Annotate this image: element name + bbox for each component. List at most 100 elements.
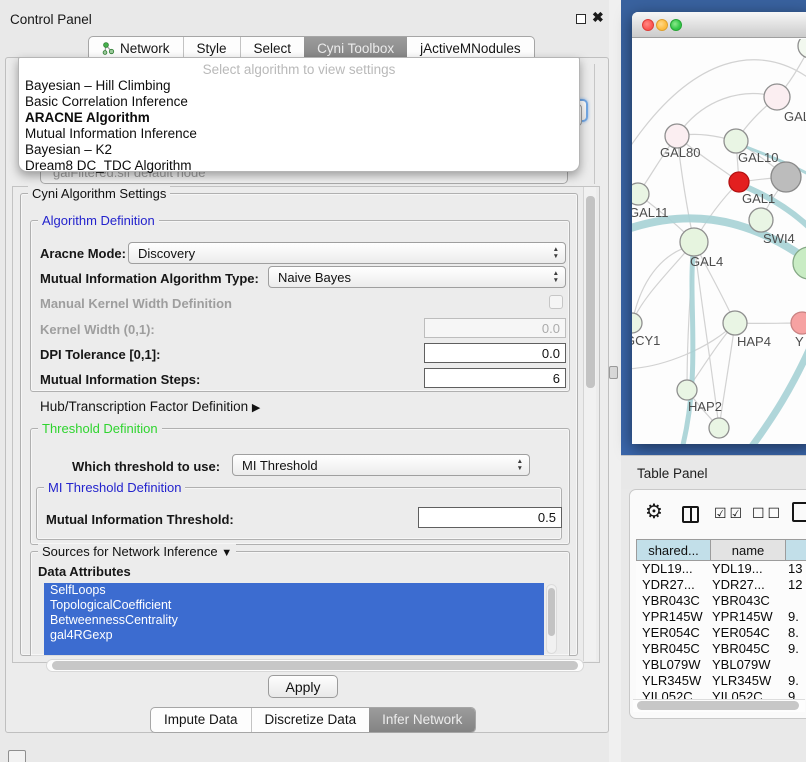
tab-infer-network[interactable]: Infer Network <box>369 708 475 732</box>
data-attributes-list: SelfLoops TopologicalCoefficient Between… <box>44 583 544 655</box>
node-hap2[interactable] <box>677 380 697 400</box>
scrollbar-thumb[interactable] <box>52 661 578 670</box>
manual-kernel-label: Manual Kernel Width Definition <box>40 296 232 311</box>
minimize-traffic-light-icon[interactable] <box>656 19 668 31</box>
algorithm-combo-placeholder: Select algorithm to view settings <box>19 62 579 77</box>
attribute-list-scrollbar[interactable] <box>546 584 557 654</box>
which-threshold-combo[interactable]: MI Threshold ▲▼ <box>232 454 530 476</box>
node-salmon[interactable] <box>791 312 806 334</box>
dropdown-item[interactable]: Mutual Information Inference <box>23 126 575 142</box>
checked-columns-icon[interactable]: ☑☑ <box>714 505 745 522</box>
combo-stepper-icon: ▲▼ <box>517 458 523 472</box>
dropdown-item[interactable]: Dream8 DC_TDC Algorithm <box>23 158 575 174</box>
label-gal10: GAL10 <box>738 150 778 165</box>
label-swi4: SWI4 <box>763 231 795 246</box>
tab-discretize-data[interactable]: Discretize Data <box>251 708 370 732</box>
label-gcy1: GCY1 <box>632 333 660 348</box>
attribute-item-partial[interactable] <box>44 643 544 655</box>
column-header-partial[interactable] <box>785 539 806 561</box>
dropdown-item[interactable]: Bayesian – Hill Climbing <box>23 78 575 94</box>
column-header-shared[interactable]: shared... <box>636 539 711 561</box>
dpi-tolerance-label: DPI Tolerance [0,1]: <box>40 347 160 362</box>
node-gray[interactable] <box>771 162 801 192</box>
node-table[interactable]: YDL19... YDL19... 13 YDR27... YDR27... 1… <box>636 561 806 699</box>
mi-type-combo[interactable]: Naive Bayes ▲▼ <box>268 266 566 288</box>
collapsed-panel-icon[interactable] <box>8 750 26 762</box>
apply-button[interactable]: Apply <box>268 675 338 698</box>
table-row[interactable]: YPR145W YPR145W 9. <box>636 609 806 625</box>
file-icon[interactable] <box>792 502 806 522</box>
column-layout-icon[interactable] <box>682 506 699 523</box>
label-gal1: GAL1 <box>742 191 775 206</box>
table-row[interactable]: YBL079W YBL079W <box>636 657 806 673</box>
node-gal-top[interactable] <box>764 84 790 110</box>
combo-stepper-icon: ▲▼ <box>553 246 559 260</box>
scrollbar-thumb[interactable] <box>548 588 555 636</box>
manual-kernel-checkbox[interactable] <box>549 295 563 309</box>
mi-type-label: Mutual Information Algorithm Type: <box>40 271 259 286</box>
node-gcy1[interactable] <box>632 313 642 333</box>
close-window-icon[interactable]: ✖ <box>592 9 604 26</box>
attribute-item-selected[interactable]: gal4RGexp <box>44 628 544 643</box>
network-canvas[interactable]: GAL GAL80 GAL10 GAL1 GAL11 GAL4 SWI4 GCY… <box>632 39 806 444</box>
kernel-width-field[interactable]: 0.0 <box>424 318 566 338</box>
node-gal4[interactable] <box>680 228 708 256</box>
divider-handle[interactable] <box>609 366 618 379</box>
dropdown-item-aracne[interactable]: ARACNE Algorithm <box>23 110 575 126</box>
network-window-titlebar[interactable] <box>632 12 806 38</box>
expander-expanded-icon: ▼ <box>221 547 232 559</box>
mi-steps-field[interactable]: 6 <box>424 368 566 388</box>
node-gal11[interactable] <box>632 183 649 205</box>
node-gal1-selected[interactable] <box>729 172 749 192</box>
table-row[interactable]: YIL052C YIL052C 9. <box>636 689 806 699</box>
table-row[interactable]: YDR27... YDR27... 12 <box>636 577 806 593</box>
label-gal11: GAL11 <box>632 205 669 220</box>
node-partial-top[interactable] <box>798 39 806 58</box>
unchecked-columns-icon[interactable]: ☐☐ <box>752 505 783 522</box>
algorithm-dropdown-popup: Select algorithm to view settings Bayesi… <box>18 57 580 172</box>
scrollbar-thumb[interactable] <box>586 196 595 388</box>
hub-definition-expander[interactable]: Hub/Transcription Factor Definition ▶ <box>40 399 260 414</box>
zoom-traffic-light-icon[interactable] <box>670 19 682 31</box>
node-bottom[interactable] <box>709 418 729 438</box>
panel-divider <box>609 0 621 762</box>
table-row[interactable]: YBR045C YBR045C 9. <box>636 641 806 657</box>
mi-threshold-field[interactable]: 0.5 <box>418 507 562 528</box>
node-labels: GAL GAL80 GAL10 GAL1 GAL11 GAL4 SWI4 GCY… <box>632 109 806 414</box>
column-header-name[interactable]: name <box>710 539 786 561</box>
attribute-item-selected[interactable]: TopologicalCoefficient <box>44 598 544 613</box>
which-threshold-label: Which threshold to use: <box>72 459 220 474</box>
label-gal4: GAL4 <box>690 254 723 269</box>
hidden-group-border <box>594 64 595 184</box>
sources-title[interactable]: Sources for Network Inference ▼ <box>38 544 236 559</box>
dropdown-item[interactable]: Bayesian – K2 <box>23 142 575 158</box>
scrollbar-thumb[interactable] <box>637 701 799 710</box>
kernel-width-label: Kernel Width (0,1): <box>40 322 155 337</box>
label-hap2: HAP2 <box>688 399 722 414</box>
table-row[interactable]: YBR043C YBR043C <box>636 593 806 609</box>
table-row[interactable]: YDL19... YDL19... 13 <box>636 561 806 577</box>
cyni-bottom-tabbar: Impute Data Discretize Data Infer Networ… <box>150 707 476 733</box>
settings-horizontal-scrollbar[interactable] <box>46 659 584 672</box>
dpi-tolerance-field[interactable]: 0.0 <box>424 343 566 363</box>
label-salmon-partial: Y <box>795 334 804 349</box>
close-traffic-light-icon[interactable] <box>642 19 654 31</box>
attribute-item-selected[interactable]: BetweennessCentrality <box>44 613 544 628</box>
network-icon <box>102 42 115 55</box>
dropdown-item[interactable]: Basic Correlation Inference <box>23 94 575 110</box>
aracne-mode-combo[interactable]: Discovery ▲▼ <box>128 242 566 264</box>
attribute-item-selected[interactable]: SelfLoops <box>44 583 544 598</box>
node-swi4[interactable] <box>749 208 773 232</box>
node-hap4[interactable] <box>723 311 747 335</box>
mi-threshold-group-title: MI Threshold Definition <box>44 480 185 495</box>
mi-steps-label: Mutual Information Steps: <box>40 372 200 387</box>
tab-impute-data[interactable]: Impute Data <box>151 708 251 732</box>
table-row[interactable]: YLR345W YLR345W 9. <box>636 673 806 689</box>
table-row[interactable]: YER054C YER054C 8. <box>636 625 806 641</box>
gear-icon[interactable]: ⚙ <box>645 501 663 523</box>
data-attributes-label: Data Attributes <box>38 564 131 579</box>
label-gal-partial: GAL <box>784 109 806 124</box>
settings-vertical-scrollbar[interactable] <box>583 187 596 661</box>
table-horizontal-scrollbar[interactable] <box>633 699 805 712</box>
float-window-icon[interactable] <box>576 14 586 24</box>
